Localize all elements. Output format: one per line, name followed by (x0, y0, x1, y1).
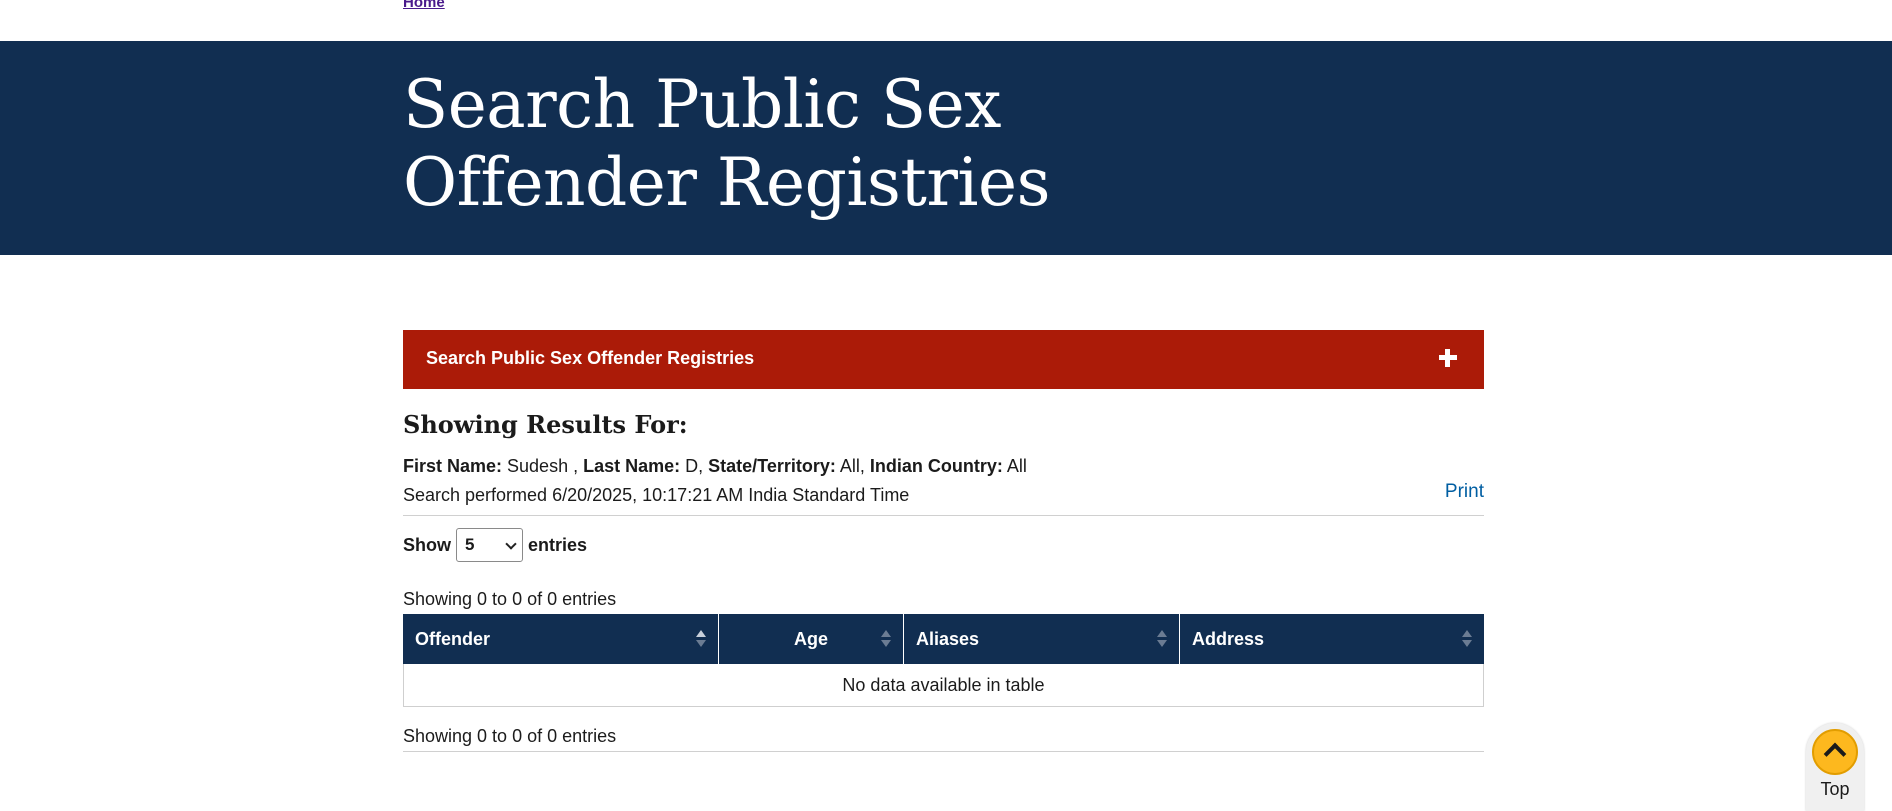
column-header-address[interactable]: Address (1180, 614, 1484, 664)
page-hero: Search Public Sex Offender Registries (0, 41, 1892, 255)
entries-select[interactable]: 5 (456, 528, 523, 562)
last-name-value: D, (680, 456, 709, 476)
plus-icon (1434, 344, 1462, 372)
search-timestamp: Search performed 6/20/2025, 10:17:21 AM … (403, 485, 910, 505)
column-header-label: Aliases (916, 628, 980, 649)
column-header-offender[interactable]: Offender (403, 614, 719, 664)
back-to-top-label: Top (1820, 779, 1850, 799)
results-table: Offender Age Aliases Address No data ava… (403, 614, 1484, 707)
divider (403, 751, 1484, 752)
top-bar: Home (0, 0, 1892, 41)
accordion-label: Search Public Sex Offender Registries (426, 348, 755, 368)
table-info-top: Showing 0 to 0 of 0 entries (403, 589, 617, 609)
sort-icon (1462, 630, 1472, 648)
last-name-label: Last Name: (583, 456, 681, 476)
entries-select-value: 5 (465, 535, 475, 554)
table-info-bottom: Showing 0 to 0 of 0 entries (403, 726, 617, 746)
column-header-age[interactable]: Age (719, 614, 904, 664)
first-name-label: First Name: (403, 456, 503, 476)
column-header-aliases[interactable]: Aliases (904, 614, 1180, 664)
search-criteria: First Name: Sudesh , Last Name: D, State… (403, 456, 1027, 477)
column-header-label: Offender (415, 628, 491, 649)
indian-country-label: Indian Country: (869, 456, 1003, 476)
chevron-down-icon (505, 538, 517, 550)
search-accordion-button[interactable]: Search Public Sex Offender Registries (403, 330, 1484, 389)
back-to-top-button[interactable]: Top (1806, 723, 1864, 811)
state-label: State/Territory: (708, 456, 836, 476)
show-label: Show (403, 534, 451, 555)
indian-country-value: All (1002, 456, 1027, 476)
entries-length-control: Show 5 entries (403, 528, 587, 562)
results-heading: Showing Results For: (403, 410, 688, 439)
table-empty-row: No data available in table (403, 664, 1484, 707)
state-value: All, (835, 456, 870, 476)
sort-icon (1157, 630, 1167, 648)
top-circle (1812, 729, 1858, 775)
sort-icon (881, 630, 891, 648)
print-link[interactable]: Print (1445, 481, 1484, 503)
table-header: Offender Age Aliases Address (403, 614, 1484, 664)
first-name-value: Sudesh , (502, 456, 584, 476)
page-title: Search Public Sex Offender Registries (403, 66, 1050, 221)
entries-label: entries (528, 534, 588, 555)
chevron-up-icon (1823, 742, 1847, 766)
sort-icon (696, 630, 706, 648)
divider (403, 515, 1484, 516)
breadcrumb-home-link[interactable]: Home (403, 0, 445, 11)
column-header-label: Age (793, 628, 828, 649)
column-header-label: Address (1192, 628, 1265, 649)
